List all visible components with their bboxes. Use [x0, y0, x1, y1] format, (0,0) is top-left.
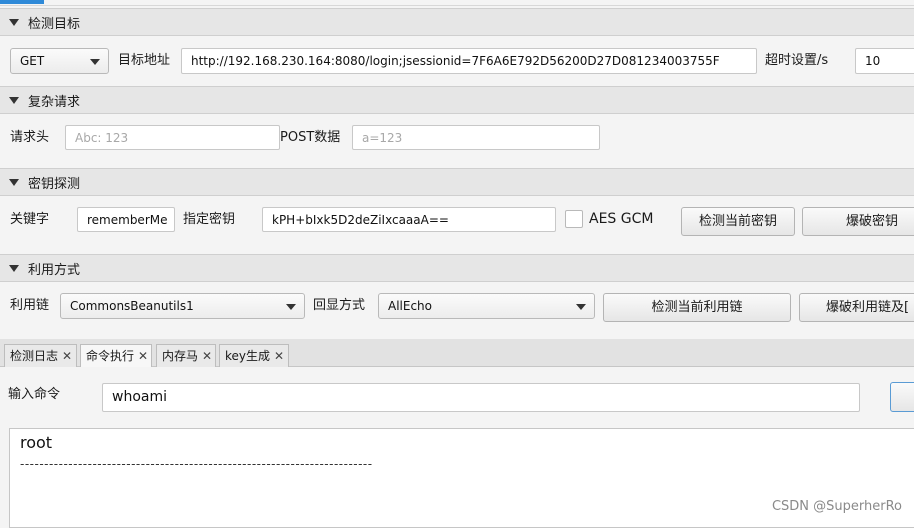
post-data-input[interactable]: a=123 [352, 125, 600, 150]
request-header-label: 请求头 [10, 130, 50, 145]
echo-mode-label: 回显方式 [313, 298, 366, 313]
tab-command-exec[interactable]: 命令执行 ✕ [80, 344, 152, 368]
tab-detect-log[interactable]: 检测日志 ✕ [4, 344, 77, 367]
gadget-chain-select[interactable]: CommonsBeanutils1 [60, 293, 305, 319]
collapse-triangle-icon [9, 18, 19, 26]
collapse-triangle-icon [9, 178, 19, 186]
section-title-target: 检测目标 [28, 16, 81, 32]
collapse-triangle-icon [9, 96, 19, 104]
command-input[interactable]: whoami [102, 383, 860, 412]
chevron-down-icon [90, 59, 100, 65]
echo-mode-select[interactable]: AllEcho [378, 293, 595, 319]
keyword-input[interactable]: rememberMe [77, 207, 175, 232]
execute-button[interactable] [890, 382, 914, 412]
section-title-complex: 复杂请求 [28, 94, 81, 110]
tab-label: 内存马 [162, 349, 199, 363]
detect-key-button[interactable]: 检测当前密钥 [681, 207, 795, 236]
specified-key-input[interactable]: kPH+bIxk5D2deZiIxcaaaA== [262, 207, 556, 232]
post-data-label: POST数据 [280, 130, 341, 145]
tab-memory-shell[interactable]: 内存马 ✕ [156, 344, 216, 367]
target-url-input[interactable]: http://192.168.230.164:8080/login;jsessi… [181, 48, 757, 74]
target-url-label: 目标地址 [118, 53, 171, 68]
timeout-label: 超时设置/s [765, 53, 829, 68]
top-tab-strip [0, 0, 914, 6]
chevron-down-icon [576, 304, 586, 310]
chevron-down-icon [286, 304, 296, 310]
gadget-chain-value: CommonsBeanutils1 [70, 299, 194, 313]
timeout-input[interactable]: 10 [855, 48, 914, 74]
echo-mode-value: AllEcho [388, 299, 433, 313]
tab-key-generate[interactable]: key生成 ✕ [219, 344, 289, 367]
section-header-key[interactable]: 密钥探测 [0, 168, 914, 196]
close-icon[interactable]: ✕ [138, 349, 148, 363]
output-separator: ----------------------------------------… [20, 457, 373, 471]
keyword-label: 关键字 [10, 212, 50, 227]
http-method-value: GET [20, 54, 45, 68]
close-icon[interactable]: ✕ [202, 349, 212, 363]
section-header-target[interactable]: 检测目标 [0, 8, 914, 36]
command-input-label: 输入命令 [8, 387, 61, 402]
tab-label: 检测日志 [10, 349, 59, 363]
close-icon[interactable]: ✕ [274, 349, 284, 363]
gadget-chain-label: 利用链 [10, 298, 50, 313]
close-icon[interactable]: ✕ [62, 349, 72, 363]
brute-chain-button[interactable]: 爆破利用链及[ [799, 293, 914, 322]
tab-label: 命令执行 [86, 349, 135, 363]
collapse-triangle-icon [9, 264, 19, 272]
http-method-select[interactable]: GET [10, 48, 109, 74]
section-header-exploit[interactable]: 利用方式 [0, 254, 914, 282]
active-top-tab-indicator [0, 0, 44, 4]
tab-label: key生成 [225, 349, 271, 363]
section-header-complex[interactable]: 复杂请求 [0, 86, 914, 114]
specified-key-label: 指定密钥 [183, 212, 236, 227]
aes-gcm-checkbox[interactable] [565, 210, 583, 228]
section-title-key: 密钥探测 [28, 176, 81, 192]
output-line: root [20, 433, 53, 452]
watermark-text: CSDN @SuperherRo [771, 499, 902, 514]
detect-chain-button[interactable]: 检测当前利用链 [603, 293, 791, 322]
aes-gcm-label: AES GCM [589, 211, 654, 227]
request-header-input[interactable]: Abc: 123 [65, 125, 280, 150]
brute-key-button[interactable]: 爆破密钥 [802, 207, 914, 236]
section-title-exploit: 利用方式 [28, 262, 81, 278]
